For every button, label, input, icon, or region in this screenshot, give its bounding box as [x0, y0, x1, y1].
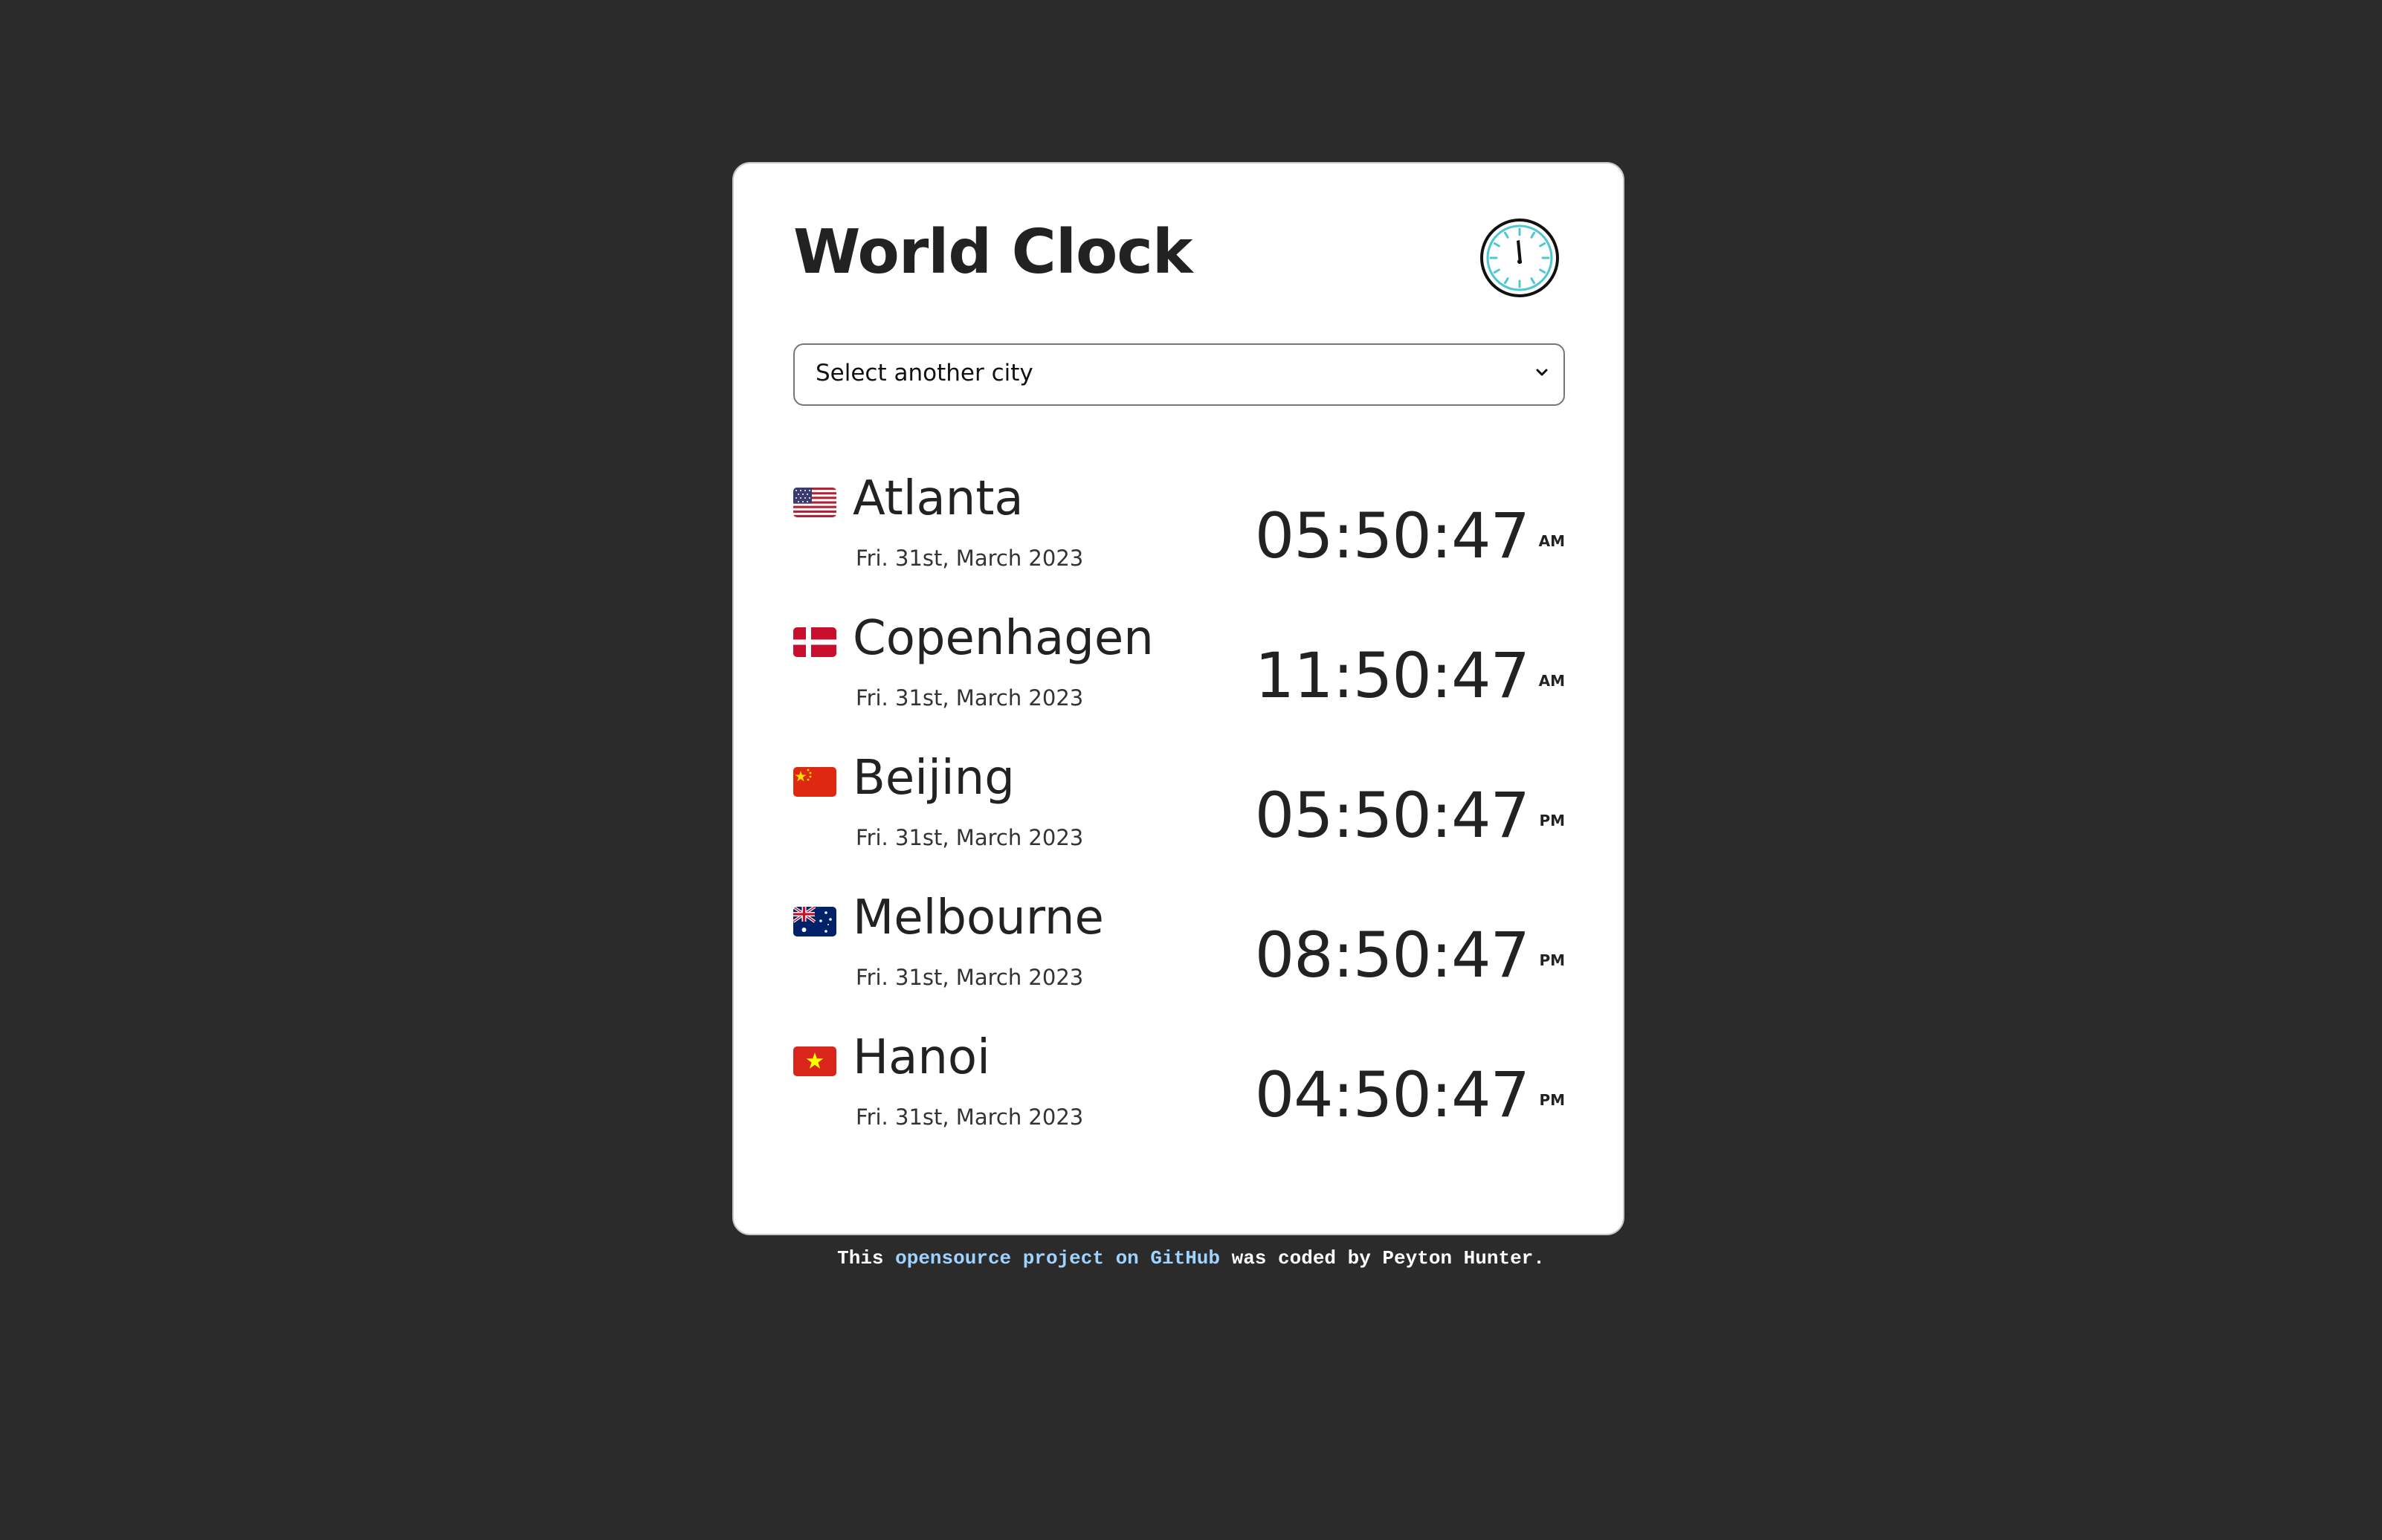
- city-time: 05:50:47: [1254, 499, 1530, 572]
- city-row-copenhagen: Copenhagen Fri. 31st, March 2023 11:50:4…: [793, 606, 1565, 733]
- city-time: 11:50:47: [1254, 639, 1530, 712]
- clock-icon: [1479, 217, 1560, 299]
- australia-flag-icon: [793, 907, 836, 936]
- city-ampm: AM: [1538, 532, 1565, 550]
- city-select-value: Select another city: [816, 360, 1033, 386]
- vietnam-flag-icon: [793, 1046, 836, 1076]
- city-row-hanoi: Hanoi Fri. 31st, March 2023 04:50:47 PM: [793, 1026, 1565, 1152]
- us-flag-icon: [793, 488, 836, 517]
- city-time: 08:50:47: [1254, 919, 1530, 991]
- city-time: 04:50:47: [1254, 1058, 1530, 1131]
- github-link[interactable]: opensource project on GitHub: [895, 1247, 1220, 1269]
- city-ampm: PM: [1539, 1091, 1565, 1109]
- city-date: Fri. 31st, March 2023: [856, 1104, 1084, 1130]
- footer-prefix: This: [837, 1247, 896, 1269]
- city-name: Beijing: [853, 751, 1015, 806]
- denmark-flag-icon: [793, 627, 836, 657]
- world-clock-card: World Clock Select another city Atlanta …: [732, 162, 1624, 1235]
- city-date: Fri. 31st, March 2023: [856, 546, 1084, 571]
- city-name: Hanoi: [853, 1030, 990, 1085]
- city-row-melbourne: Melbourne Fri. 31st, March 2023 08:50:47…: [793, 886, 1565, 1012]
- city-date: Fri. 31st, March 2023: [856, 685, 1084, 711]
- city-row-atlanta: Atlanta Fri. 31st, March 2023 05:50:47 A…: [793, 467, 1565, 593]
- city-time: 05:50:47: [1254, 779, 1530, 852]
- city-name: Atlanta: [853, 471, 1024, 526]
- city-select[interactable]: Select another city: [793, 343, 1565, 406]
- china-flag-icon: [793, 767, 836, 797]
- city-ampm: PM: [1539, 812, 1565, 829]
- footer-credit: This opensource project on GitHub was co…: [0, 1247, 2382, 1269]
- city-date: Fri. 31st, March 2023: [856, 965, 1084, 990]
- city-name: Copenhagen: [853, 611, 1154, 666]
- page-title: World Clock: [793, 217, 1192, 288]
- city-ampm: AM: [1538, 672, 1565, 690]
- city-date: Fri. 31st, March 2023: [856, 825, 1084, 850]
- city-ampm: PM: [1539, 951, 1565, 969]
- city-row-beijing: Beijing Fri. 31st, March 2023 05:50:47 P…: [793, 746, 1565, 873]
- city-name: Melbourne: [853, 890, 1104, 945]
- footer-suffix: was coded by Peyton Hunter.: [1220, 1247, 1545, 1269]
- chevron-down-icon: [1532, 363, 1552, 382]
